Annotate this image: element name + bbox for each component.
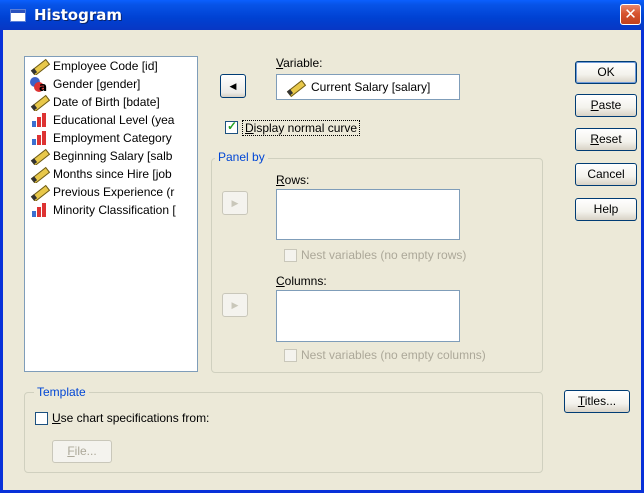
list-item[interactable]: Previous Experience (r: [25, 183, 197, 201]
move-to-rows-button[interactable]: ▶: [222, 191, 248, 215]
scale-ruler-icon: [29, 58, 51, 75]
histogram-dialog: Histogram ✕ Employee Code [id] a Gender …: [0, 0, 644, 493]
variable-label: Date of Birth [bdate]: [53, 95, 160, 109]
right-arrow-icon: ▶: [231, 300, 239, 310]
columns-field[interactable]: [276, 290, 460, 342]
list-item[interactable]: Date of Birth [bdate]: [25, 93, 197, 111]
variable-label: Previous Experience (r: [53, 185, 175, 199]
ok-button[interactable]: OK: [575, 61, 637, 84]
source-variable-list[interactable]: Employee Code [id] a Gender [gender] Dat…: [24, 56, 198, 372]
paste-button[interactable]: Paste: [575, 94, 637, 117]
variable-label: Months since Hire [job: [53, 167, 172, 181]
window-title: Histogram: [34, 6, 122, 24]
ordinal-bars-icon: [29, 112, 49, 128]
reset-button[interactable]: Reset: [575, 128, 637, 151]
list-item[interactable]: Employee Code [id]: [25, 57, 197, 75]
scale-ruler-icon: [29, 166, 51, 183]
scale-ruler-icon: [29, 148, 51, 165]
panel-by-legend: Panel by: [215, 150, 268, 164]
nest-columns-checkbox[interactable]: [284, 349, 297, 362]
variable-label: Employee Code [id]: [53, 59, 158, 73]
variable-field-value: Current Salary [salary]: [311, 80, 431, 94]
title-bar[interactable]: Histogram ✕: [0, 0, 644, 30]
columns-label: Columns:: [276, 274, 327, 288]
variable-label: Gender [gender]: [53, 77, 141, 91]
list-item[interactable]: Educational Level (yea: [25, 111, 197, 129]
file-button[interactable]: File...: [52, 440, 112, 463]
date-ruler-icon: [29, 94, 51, 111]
titles-button[interactable]: Titles...: [564, 390, 630, 413]
variable-label: Employment Category: [53, 131, 172, 145]
right-arrow-icon: ▶: [231, 198, 239, 208]
use-chart-spec-checkbox[interactable]: [35, 412, 48, 425]
variable-label: Educational Level (yea: [53, 113, 175, 127]
template-legend: Template: [34, 385, 89, 399]
scale-ruler-icon: [29, 184, 51, 201]
move-to-columns-button[interactable]: ▶: [222, 293, 248, 317]
variable-field[interactable]: Current Salary [salary]: [276, 74, 460, 100]
rows-label: Rows:: [276, 173, 310, 187]
display-normal-curve-label[interactable]: Display normal curve: [242, 120, 361, 136]
nest-rows-label: Nest variables (no empty rows): [301, 248, 467, 262]
variable-label-heading: Variable:: [276, 56, 323, 70]
scale-ruler-icon: [285, 79, 307, 98]
variable-label: Minority Classification [: [53, 203, 176, 217]
ordinal-bars-icon: [29, 202, 49, 218]
nest-columns-label: Nest variables (no empty columns): [301, 348, 486, 362]
cancel-button[interactable]: Cancel: [575, 163, 637, 186]
window-icon: [10, 9, 26, 22]
rows-field[interactable]: [276, 189, 460, 240]
list-item[interactable]: Beginning Salary [salb: [25, 147, 197, 165]
help-button[interactable]: Help: [575, 198, 637, 221]
nominal-string-icon: a: [29, 76, 49, 93]
display-normal-curve-checkbox[interactable]: [225, 119, 238, 134]
move-to-variable-button[interactable]: ◀: [220, 74, 246, 98]
ordinal-bars-icon: [29, 130, 49, 146]
list-item[interactable]: Employment Category: [25, 129, 197, 147]
list-item[interactable]: a Gender [gender]: [25, 75, 197, 93]
list-item[interactable]: Months since Hire [job: [25, 165, 197, 183]
close-button[interactable]: ✕: [620, 4, 641, 25]
nest-rows-checkbox[interactable]: [284, 249, 297, 262]
list-item[interactable]: Minority Classification [: [25, 201, 197, 219]
left-arrow-icon: ◀: [229, 81, 237, 91]
variable-label: Beginning Salary [salb: [53, 149, 173, 163]
use-chart-spec-label: Use chart specifications from:: [52, 411, 210, 425]
